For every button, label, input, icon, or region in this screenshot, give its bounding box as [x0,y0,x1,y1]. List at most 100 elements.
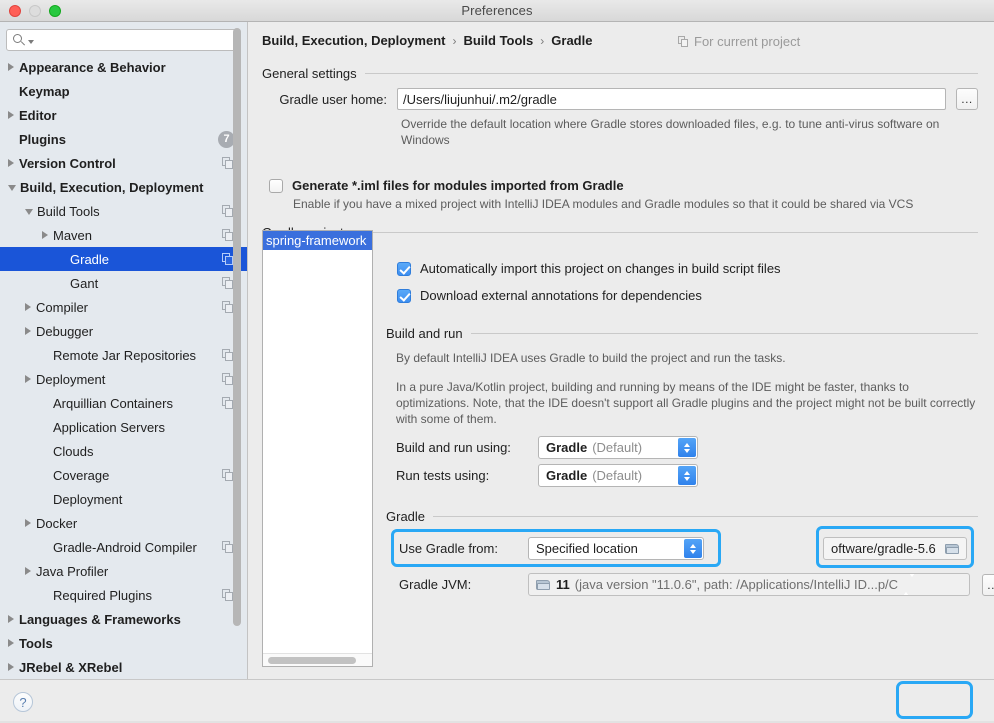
gradle-user-home-label: Gradle user home: [279,91,387,107]
sidebar-item-coverage[interactable]: Coverage [0,463,247,487]
folder-icon[interactable] [945,543,960,555]
chevron-right-icon[interactable] [8,663,14,671]
download-annotations-checkbox-row[interactable]: Download external annotations for depend… [397,288,702,303]
gradle-user-home-browse-button[interactable]: ... [956,88,978,110]
chevron-right-icon[interactable] [25,567,31,575]
gradle-section-title: Gradle [386,509,978,524]
for-current-project-label: For current project [694,34,801,49]
title-bar: Preferences [0,0,994,22]
auto-import-checkbox-row[interactable]: Automatically import this project on cha… [397,261,781,276]
search-wrapper [0,22,247,55]
sidebar-item-build-tools[interactable]: Build Tools [0,199,247,223]
gradle-user-home-hint: Override the default location where Grad… [401,117,940,147]
general-settings-title: General settings [262,66,978,81]
sidebar-item-label: Version Control [19,155,116,171]
scrollbar-thumb[interactable] [268,657,356,664]
sidebar-item-appearance-behavior[interactable]: Appearance & Behavior [0,55,247,79]
sidebar-item-deployment[interactable]: Deployment [0,487,247,511]
project-list-horizontal-scrollbar[interactable] [263,653,372,666]
gradle-jvm-browse-button[interactable]: ... [982,573,994,596]
gradle-jvm-label: Gradle JVM: [399,577,472,592]
chevron-right-icon[interactable] [25,519,31,527]
sidebar-item-languages-frameworks[interactable]: Languages & Frameworks [0,607,247,631]
sidebar-item-label: Application Servers [53,419,165,435]
stepper-icon[interactable] [678,438,696,457]
sidebar-item-deployment[interactable]: Deployment [0,367,247,391]
gradle-home-path-input[interactable]: oftware/gradle-5.6 [823,537,967,560]
breadcrumb-item-0[interactable]: Build, Execution, Deployment [262,33,445,48]
settings-tree[interactable]: Appearance & Behavior Keymap Editor Plugins… [0,55,247,679]
dialog-footer: ? Cancel Apply OK [0,679,994,723]
chevron-right-icon[interactable] [8,639,14,647]
sidebar-item-label: Compiler [36,299,89,315]
sidebar-item-application-servers[interactable]: Application Servers [0,415,247,439]
sidebar-item-remote-jar-repositories[interactable]: Remote Jar Repositories [0,343,247,367]
sidebar-item-editor[interactable]: Editor [0,103,247,127]
sidebar-item-gradle[interactable]: Gradle [0,247,247,271]
sidebar-item-label: Gradle-Android Compiler [53,539,197,555]
sidebar-item-gant[interactable]: Gant [0,271,247,295]
sidebar-item-java-profiler[interactable]: Java Profiler [0,559,247,583]
gradle-section: Gradle [386,509,978,524]
sidebar-item-tools[interactable]: Tools [0,631,247,655]
sidebar-item-label: Plugins [19,131,66,147]
run-tests-using-label: Run tests using: [396,468,490,483]
use-gradle-from-dropdown[interactable]: Specified location [528,537,704,560]
sidebar-item-version-control[interactable]: Version Control [0,151,247,175]
stepper-icon[interactable] [684,539,702,558]
copy-settings-icon [678,35,689,48]
download-annotations-checkbox[interactable] [397,288,411,303]
stepper-icon[interactable] [903,574,916,595]
generate-iml-checkbox-row[interactable]: Generate *.iml files for modules importe… [269,178,624,193]
sidebar-item-arquillian-containers[interactable]: Arquillian Containers [0,391,247,415]
chevron-right-icon[interactable] [8,159,14,167]
chevron-down-icon[interactable] [8,185,16,191]
chevron-down-icon[interactable] [25,209,33,215]
sidebar-item-clouds[interactable]: Clouds [0,439,247,463]
gradle-projects-list[interactable]: spring-framework [262,230,373,667]
breadcrumb-separator: › [452,33,457,48]
chevron-down-icon[interactable] [28,40,34,44]
run-tests-using-dropdown[interactable]: Gradle (Default) [538,464,698,487]
gradle-user-home-input[interactable]: /Users/liujunhui/.m2/gradle [397,88,946,110]
sidebar-item-label: Debugger [36,323,94,339]
sidebar-item-label: Languages & Frameworks [19,611,181,627]
section-rule [433,516,978,517]
chevron-right-icon[interactable] [8,615,14,623]
generate-iml-checkbox[interactable] [269,178,283,193]
build-and-run-section: Build and run [386,326,978,341]
chevron-right-icon[interactable] [25,303,31,311]
sidebar-item-jrebel-xrebel[interactable]: JRebel & XRebel [0,655,247,679]
help-button[interactable]: ? [13,692,33,712]
sidebar-item-compiler[interactable]: Compiler [0,295,247,319]
chevron-right-icon[interactable] [8,111,14,119]
breadcrumb-item-1[interactable]: Build Tools [463,33,533,48]
search-input[interactable] [6,29,241,51]
sidebar-item-label: Clouds [53,443,94,459]
dropdown-value: Gradle [546,468,588,483]
sidebar-item-plugins[interactable]: Plugins 7 [0,127,247,151]
gradle-user-home-row: Gradle user home: /Users/liujunhui/.m2/g… [262,88,978,110]
sidebar-item-keymap[interactable]: Keymap [0,79,247,103]
breadcrumb-item-2[interactable]: Gradle [551,33,592,48]
use-gradle-from-label: Use Gradle from: [399,541,498,556]
gradle-jvm-value: 11 [556,577,570,592]
sidebar-item-maven[interactable]: Maven [0,223,247,247]
chevron-right-icon[interactable] [25,327,31,335]
gradle-jvm-dropdown[interactable]: 11 (java version "11.0.6", path: /Applic… [528,573,970,596]
sidebar-item-docker[interactable]: Docker [0,511,247,535]
sidebar-item-required-plugins[interactable]: Required Plugins [0,583,247,607]
sidebar-item-debugger[interactable]: Debugger [0,319,247,343]
list-item[interactable]: spring-framework [263,231,372,250]
stepper-icon[interactable] [678,466,696,485]
chevron-right-icon[interactable] [25,375,31,383]
sidebar-item-label: Remote Jar Repositories [53,347,197,363]
auto-import-checkbox[interactable] [397,261,411,276]
chevron-right-icon[interactable] [8,63,14,71]
settings-main-panel: Build, Execution, Deployment › Build Too… [249,22,994,679]
chevron-right-icon[interactable] [42,231,48,239]
build-and-run-using-dropdown[interactable]: Gradle (Default) [538,436,698,459]
sidebar-item-gradle-android-compiler[interactable]: Gradle-Android Compiler [0,535,247,559]
sidebar-scrollbar[interactable] [233,28,241,626]
sidebar-item-build-execution-deployment[interactable]: Build, Execution, Deployment [0,175,247,199]
